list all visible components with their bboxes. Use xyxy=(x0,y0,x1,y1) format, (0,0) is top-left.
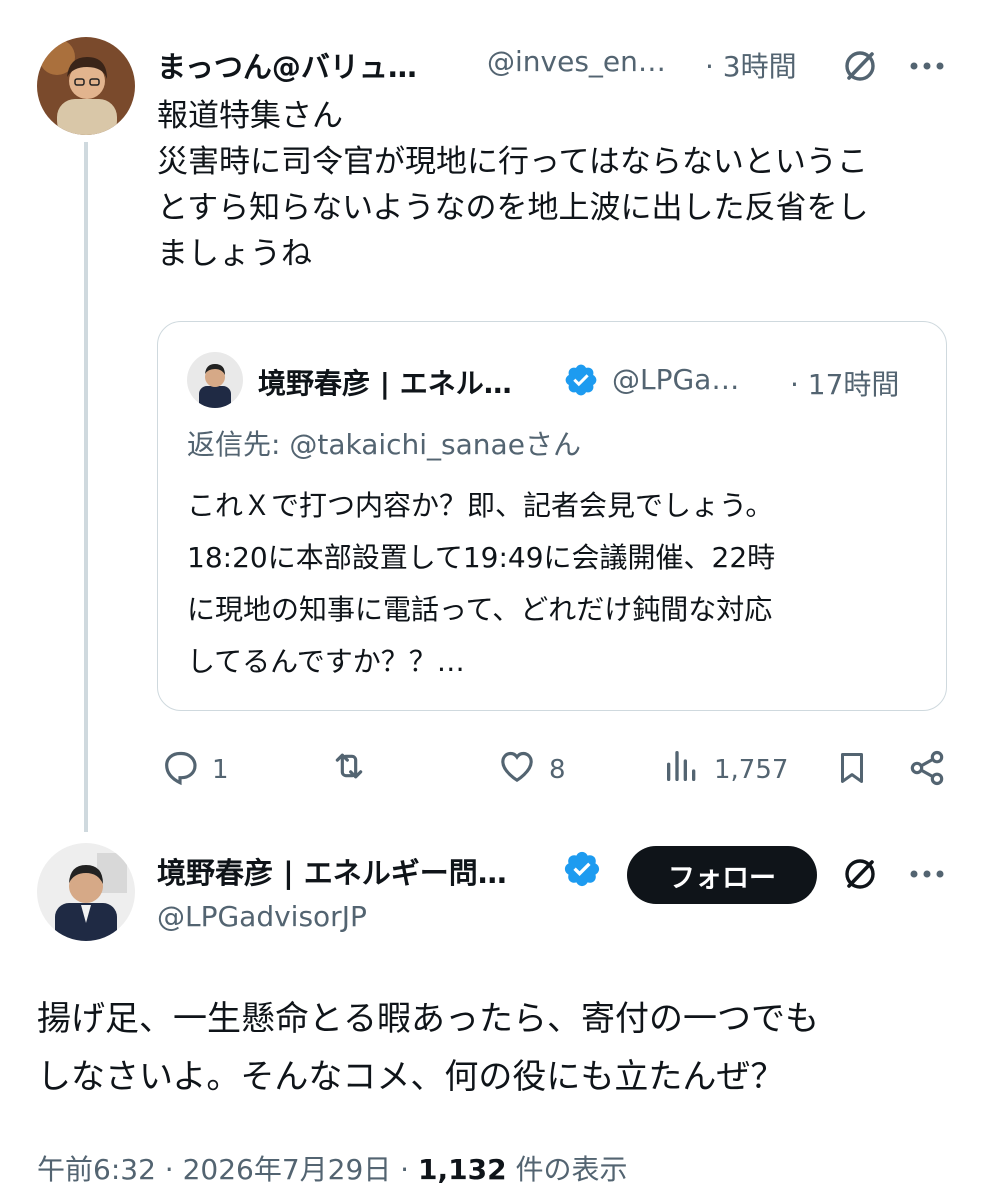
thread-line xyxy=(84,142,88,832)
text-line: してるんですか？？… xyxy=(187,645,465,678)
text-line: に現地の知事に電話って、どれだけ鈍間な対応 xyxy=(187,593,773,626)
view-count-label: 件の表示 xyxy=(506,1153,628,1186)
view-count: 1,132 xyxy=(417,1153,507,1186)
quoted-text: これＸで打つ内容か？即、記者会見でしょう。 18:20に本部設置して19:49に… xyxy=(187,480,775,688)
verified-badge-icon xyxy=(562,849,602,893)
text-line: 揚げ足、一生懸命とる暇あったら、寄付の一つでも xyxy=(37,999,819,1039)
text-line: これＸで打つ内容か？即、記者会見でしょう。 xyxy=(187,489,774,522)
views-button[interactable]: 1,757 xyxy=(662,746,788,793)
like-button[interactable]: 8 xyxy=(497,746,566,793)
avatar[interactable] xyxy=(37,843,135,941)
like-count: 8 xyxy=(549,754,566,785)
display-name[interactable]: 境野春彦 | エネル… xyxy=(258,362,512,402)
grok-icon[interactable] xyxy=(838,44,882,88)
display-name[interactable]: 境野春彦 | エネルギー問… xyxy=(157,850,507,892)
user-handle[interactable]: @inves_en… xyxy=(487,45,666,78)
views-count: 1,757 xyxy=(714,754,789,785)
like-icon xyxy=(497,746,537,793)
views-icon xyxy=(662,746,702,793)
more-icon[interactable] xyxy=(905,852,949,896)
reply-button[interactable]: 1 xyxy=(160,746,229,793)
reply-to-label: 返信先: xyxy=(187,428,290,461)
repost-button[interactable] xyxy=(328,746,370,793)
display-name[interactable]: まっつん@バリュ… xyxy=(157,44,417,86)
avatar[interactable] xyxy=(37,37,135,135)
post-footer: 午前6:32 · 2026年7月29日 · 1,132 件の表示 xyxy=(37,1148,627,1188)
post-time[interactable]: · 17時間 xyxy=(790,363,899,403)
user-handle[interactable]: @LPGadvisorJP xyxy=(157,900,367,933)
repost-icon xyxy=(328,746,370,793)
text-line: 報道特集さん xyxy=(157,98,343,134)
follow-button[interactable]: フォロー xyxy=(627,846,817,904)
more-icon[interactable] xyxy=(905,44,949,88)
post-timestamp[interactable]: 午前6:32 · 2026年7月29日 · xyxy=(37,1153,418,1186)
reply-icon xyxy=(160,746,200,793)
share-icon[interactable] xyxy=(905,746,949,790)
reply-to-suffix: さん xyxy=(524,428,581,461)
user-handle[interactable]: @LPGa… xyxy=(612,363,739,396)
text-line: ましょうね xyxy=(157,236,312,272)
text-line: しなさいよ。そんなコメ、何の役にも立たんぜ？ xyxy=(37,1057,785,1097)
bookmark-icon[interactable] xyxy=(830,746,874,790)
reply-to-line: 返信先: @takaichi_sanaeさん xyxy=(187,422,581,468)
text-line: 災害時に司令官が現地に行ってはならないというこ xyxy=(157,144,868,180)
reply-count: 1 xyxy=(212,754,229,785)
post-text: 揚げ足、一生懸命とる暇あったら、寄付の一つでも しなさいよ。そんなコメ、何の役に… xyxy=(37,990,819,1106)
post-text: 報道特集さん 災害時に司令官が現地に行ってはならないというこ とすら知らないよう… xyxy=(157,93,868,277)
post-time[interactable]: · 3時間 xyxy=(705,45,797,85)
text-line: とすら知らないようなのを地上波に出した反省をし xyxy=(157,190,869,226)
avatar[interactable] xyxy=(187,352,243,408)
reply-to-handle[interactable]: @takaichi_sanae xyxy=(289,428,525,461)
text-line: 18:20に本部設置して19:49に会議開催、22時 xyxy=(187,541,776,574)
grok-icon[interactable] xyxy=(838,852,882,896)
verified-badge-icon xyxy=(563,362,599,402)
